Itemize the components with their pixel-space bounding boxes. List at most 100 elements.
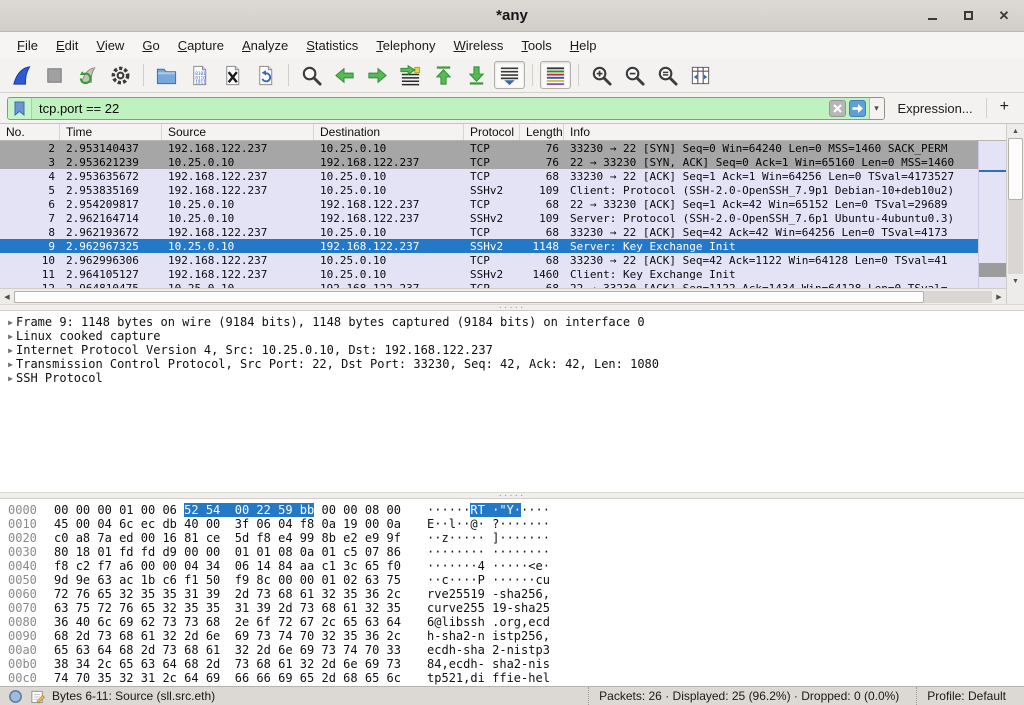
packet-row-10[interactable]: 102.962996306192.168.122.23710.25.0.10TC… (0, 253, 978, 267)
open-file-button[interactable] (151, 61, 182, 89)
menu-analyze[interactable]: Analyze (233, 35, 297, 56)
zoom-in-button[interactable] (586, 61, 617, 89)
packet-row-4[interactable]: 42.953635672192.168.122.23710.25.0.10TCP… (0, 169, 978, 183)
hex-row[interactable]: 001045 00 04 6c ec db 40 00 3f 06 04 f8 … (0, 517, 1024, 531)
menu-file[interactable]: File (8, 35, 47, 56)
clear-filter-button[interactable] (829, 100, 846, 117)
close-button[interactable]: ✕ (996, 8, 1012, 24)
stop-capture-button[interactable] (39, 61, 70, 89)
zoom-reset-button[interactable] (652, 61, 683, 89)
column-header-info[interactable]: Info (564, 124, 1006, 140)
detail-line[interactable]: ▶Linux cooked capture (0, 329, 1024, 343)
scroll-right-arrow-icon[interactable]: ▶ (992, 293, 1006, 301)
expand-twisty-icon[interactable]: ▶ (0, 374, 16, 383)
column-header-protocol[interactable]: Protocol (464, 124, 520, 140)
expand-twisty-icon[interactable]: ▶ (0, 332, 16, 341)
expand-twisty-icon[interactable]: ▶ (0, 346, 16, 355)
menu-tools[interactable]: Tools (512, 35, 560, 56)
scroll-left-arrow-icon[interactable]: ◀ (0, 293, 14, 301)
capture-options-button[interactable] (105, 61, 136, 89)
column-header-source[interactable]: Source (162, 124, 314, 140)
column-header-time[interactable]: Time (60, 124, 162, 140)
expression-button[interactable]: Expression... (892, 101, 979, 116)
scroll-up-arrow-icon[interactable]: ▲ (1007, 124, 1024, 138)
vertical-scroll-track[interactable] (1008, 138, 1023, 274)
hex-row[interactable]: 00b038 34 2c 65 63 64 68 2d 73 68 61 32 … (0, 657, 1024, 671)
titlebar[interactable]: *any ✕ (0, 0, 1024, 32)
packet-row-11[interactable]: 112.964105127192.168.122.23710.25.0.10SS… (0, 267, 978, 281)
go-back-button[interactable] (329, 61, 360, 89)
detail-line[interactable]: ▶Transmission Control Protocol, Src Port… (0, 357, 1024, 371)
packet-row-7[interactable]: 72.96216471410.25.0.10192.168.122.237SSH… (0, 211, 978, 225)
column-header-no[interactable]: No. (0, 124, 60, 140)
packet-bytes-pane[interactable]: 000000 00 00 01 00 06 52 54 00 22 59 bb … (0, 499, 1024, 686)
maximize-button[interactable] (960, 8, 976, 24)
horizontal-scroll-track[interactable] (14, 291, 992, 303)
add-filter-button[interactable]: + (994, 98, 1017, 118)
menu-wireless[interactable]: Wireless (445, 35, 513, 56)
hex-row[interactable]: 0040f8 c2 f7 a6 00 00 04 34 06 14 84 aa … (0, 559, 1024, 573)
packet-list-vertical-scrollbar[interactable]: ▲ ▼ (1006, 124, 1024, 288)
restart-capture-button[interactable] (72, 61, 103, 89)
go-forward-button[interactable] (362, 61, 393, 89)
menu-help[interactable]: Help (561, 35, 606, 56)
capture-comment-button[interactable] (30, 689, 45, 704)
hex-row[interactable]: 007063 75 72 76 65 32 35 35 31 39 2d 73 … (0, 601, 1024, 615)
detail-line[interactable]: ▶Frame 9: 1148 bytes on wire (9184 bits)… (0, 315, 1024, 329)
find-packet-button[interactable] (296, 61, 327, 89)
scroll-down-arrow-icon[interactable]: ▼ (1007, 274, 1024, 288)
packet-row-6[interactable]: 62.95420981710.25.0.10192.168.122.237TCP… (0, 197, 978, 211)
packet-row-2[interactable]: 22.953140437192.168.122.23710.25.0.10TCP… (0, 141, 978, 155)
horizontal-scroll-thumb[interactable] (14, 291, 924, 303)
hex-row[interactable]: 00c074 70 35 32 31 2c 64 69 66 66 69 65 … (0, 671, 1024, 685)
packet-row-9[interactable]: 92.96296732510.25.0.10192.168.122.237SSH… (0, 239, 978, 253)
hex-row[interactable]: 0020c0 a8 7a ed 00 16 81 ce 5d f8 e4 99 … (0, 531, 1024, 545)
hex-row[interactable]: 009068 2d 73 68 61 32 2d 6e 69 73 74 70 … (0, 629, 1024, 643)
hex-row[interactable]: 000000 00 00 01 00 06 52 54 00 22 59 bb … (0, 503, 1024, 517)
packet-row-8[interactable]: 82.962193672192.168.122.23710.25.0.10TCP… (0, 225, 978, 239)
pane-splitter-top[interactable]: ····· (0, 304, 1024, 311)
column-header-length[interactable]: Length (520, 124, 564, 140)
menu-view[interactable]: View (87, 35, 133, 56)
hex-row[interactable]: 006072 76 65 32 35 35 31 39 2d 73 68 61 … (0, 587, 1024, 601)
packet-row-3[interactable]: 32.95362123910.25.0.10192.168.122.237TCP… (0, 155, 978, 169)
filter-bookmark-button[interactable] (8, 98, 32, 119)
start-capture-button[interactable] (6, 61, 37, 89)
go-last-button[interactable] (461, 61, 492, 89)
intelligent-scrollbar-minimap[interactable] (978, 141, 1006, 288)
menu-capture[interactable]: Capture (169, 35, 233, 56)
reload-file-button[interactable] (250, 61, 281, 89)
minimize-button[interactable] (924, 8, 940, 24)
go-first-button[interactable] (428, 61, 459, 89)
packet-list-horizontal-scrollbar[interactable]: ◀ ▶ (0, 288, 1006, 304)
apply-filter-button[interactable] (849, 100, 866, 117)
go-to-packet-button[interactable] (395, 61, 426, 89)
hex-row[interactable]: 008036 40 6c 69 62 73 73 68 2e 6f 72 67 … (0, 615, 1024, 629)
display-filter-input[interactable]: tcp.port == 22 ▾ (7, 97, 885, 120)
resize-columns-button[interactable] (685, 61, 716, 89)
column-header-destination[interactable]: Destination (314, 124, 464, 140)
expand-twisty-icon[interactable]: ▶ (0, 360, 16, 369)
vertical-scroll-thumb[interactable] (1008, 138, 1023, 200)
packet-row-12[interactable]: 122.96481047510.25.0.10192.168.122.237TC… (0, 281, 978, 288)
pane-splitter-bottom[interactable]: ····· (0, 492, 1024, 499)
hex-row[interactable]: 003080 18 01 fd fd d9 00 00 01 01 08 0a … (0, 545, 1024, 559)
expert-info-button[interactable] (8, 689, 23, 704)
detail-line[interactable]: ▶Internet Protocol Version 4, Src: 10.25… (0, 343, 1024, 357)
auto-scroll-button[interactable] (494, 61, 525, 89)
colorize-button[interactable] (540, 61, 571, 89)
expand-twisty-icon[interactable]: ▶ (0, 318, 16, 327)
hex-row[interactable]: 00509d 9e 63 ac 1b c6 f1 50 f9 8c 00 00 … (0, 573, 1024, 587)
hex-row[interactable]: 00a065 63 64 68 2d 73 68 61 32 2d 6e 69 … (0, 643, 1024, 657)
save-file-button[interactable]: 010101101011 (184, 61, 215, 89)
menu-edit[interactable]: Edit (47, 35, 87, 56)
menu-statistics[interactable]: Statistics (297, 35, 367, 56)
packet-row-5[interactable]: 52.953835169192.168.122.23710.25.0.10SSH… (0, 183, 978, 197)
filter-dropdown-caret[interactable]: ▾ (869, 98, 884, 119)
menu-go[interactable]: Go (133, 35, 168, 56)
close-file-button[interactable] (217, 61, 248, 89)
zoom-out-button[interactable] (619, 61, 650, 89)
detail-line[interactable]: ▶SSH Protocol (0, 371, 1024, 385)
profile-selector[interactable]: Profile: Default (916, 687, 1016, 705)
menu-telephony[interactable]: Telephony (367, 35, 444, 56)
